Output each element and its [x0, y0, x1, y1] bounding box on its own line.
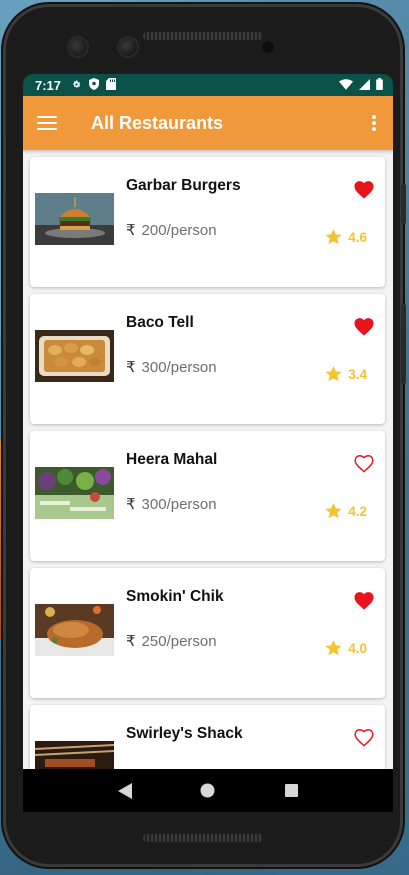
battery-icon — [376, 77, 383, 93]
status-time: 7:17 — [35, 77, 62, 93]
front-camera-secondary — [119, 38, 137, 56]
favorite-heart-filled-icon[interactable] — [353, 590, 375, 610]
restaurant-card[interactable]: Smokin' Chik ₹250/person 4.0 — [30, 568, 385, 698]
front-camera — [69, 38, 87, 56]
restaurant-name: Baco Tell — [126, 314, 194, 331]
earpiece-speaker — [143, 32, 263, 40]
rupee-icon: ₹ — [126, 359, 136, 376]
power-button — [401, 184, 406, 224]
shield-icon — [89, 77, 100, 93]
star-icon — [325, 366, 342, 382]
rating: 4.2 — [324, 502, 367, 520]
restaurant-price: ₹250/person — [126, 632, 217, 650]
rating-value: 3.4 — [348, 366, 367, 382]
star-icon — [325, 640, 342, 656]
restaurant-card[interactable]: Heera Mahal ₹300/person 4.2 — [30, 431, 385, 561]
restaurant-price: ₹300/person — [126, 358, 217, 376]
price-text: 300/person — [141, 359, 217, 376]
roast-chicken-image — [35, 604, 114, 656]
cell-signal-icon — [359, 78, 370, 93]
restaurant-name: Swirley's Shack — [126, 725, 243, 742]
back-icon[interactable] — [110, 776, 140, 806]
favorite-heart-outline-icon[interactable] — [353, 727, 375, 747]
restaurant-card[interactable]: Garbar Burgers ₹200/person 4.6 — [30, 157, 385, 287]
sd-card-icon — [106, 77, 117, 93]
price-text: 300/person — [141, 496, 217, 513]
more-vert-icon[interactable] — [371, 114, 377, 132]
app-toolbar: All Restaurants — [23, 96, 393, 150]
system-navigation-bar — [23, 769, 393, 812]
price-text: 250/person — [141, 633, 217, 650]
favorite-heart-outline-icon[interactable] — [353, 453, 375, 473]
phone-screen: 7:17 All Restaurants Garbar Burgers ₹ 20… — [23, 74, 393, 812]
rating: 4.0 — [324, 639, 367, 657]
star-icon — [325, 503, 342, 519]
proximity-sensor — [262, 41, 274, 53]
restaurant-name: Smokin' Chik — [126, 588, 224, 605]
vegetables-image — [35, 467, 114, 519]
favorite-heart-filled-icon[interactable] — [353, 316, 375, 336]
skewers-image — [35, 741, 114, 769]
rating: 4.6 — [324, 228, 367, 246]
restaurant-price: ₹200/person — [126, 221, 217, 239]
restaurant-name: Garbar Burgers — [126, 177, 241, 194]
home-icon[interactable] — [193, 776, 223, 806]
restaurant-card[interactable]: Baco Tell ₹300/person 3.4 — [30, 294, 385, 424]
favorite-heart-filled-icon[interactable] — [353, 179, 375, 199]
recents-icon[interactable] — [276, 776, 306, 806]
settings-gear-icon — [71, 78, 82, 93]
tacos-image — [35, 330, 114, 382]
restaurant-list[interactable]: Garbar Burgers ₹200/person 4.6 Baco Tell… — [23, 150, 393, 769]
page-title: All Restaurants — [91, 112, 224, 133]
rupee-icon: ₹ — [126, 222, 136, 239]
hamburger-menu-icon[interactable] — [37, 116, 57, 130]
rating: 3.4 — [324, 365, 367, 383]
phone-frame: 7:17 All Restaurants Garbar Burgers ₹ 20… — [3, 4, 406, 867]
burger-image — [35, 193, 114, 245]
bottom-speaker — [143, 834, 263, 842]
restaurant-name: Heera Mahal — [126, 451, 218, 468]
rating-value: 4.0 — [348, 640, 367, 656]
restaurant-card[interactable]: Swirley's Shack — [30, 705, 385, 769]
status-bar: 7:17 — [23, 74, 393, 96]
rating-value: 4.6 — [348, 229, 367, 245]
wifi-icon — [339, 78, 353, 93]
star-icon — [325, 229, 342, 245]
restaurant-price: ₹300/person — [126, 495, 217, 513]
rupee-icon: ₹ — [126, 633, 136, 650]
volume-button — [401, 304, 406, 384]
rating-value: 4.2 — [348, 503, 367, 519]
rupee-icon: ₹ — [126, 496, 136, 513]
price-text: 200/person — [141, 222, 217, 239]
